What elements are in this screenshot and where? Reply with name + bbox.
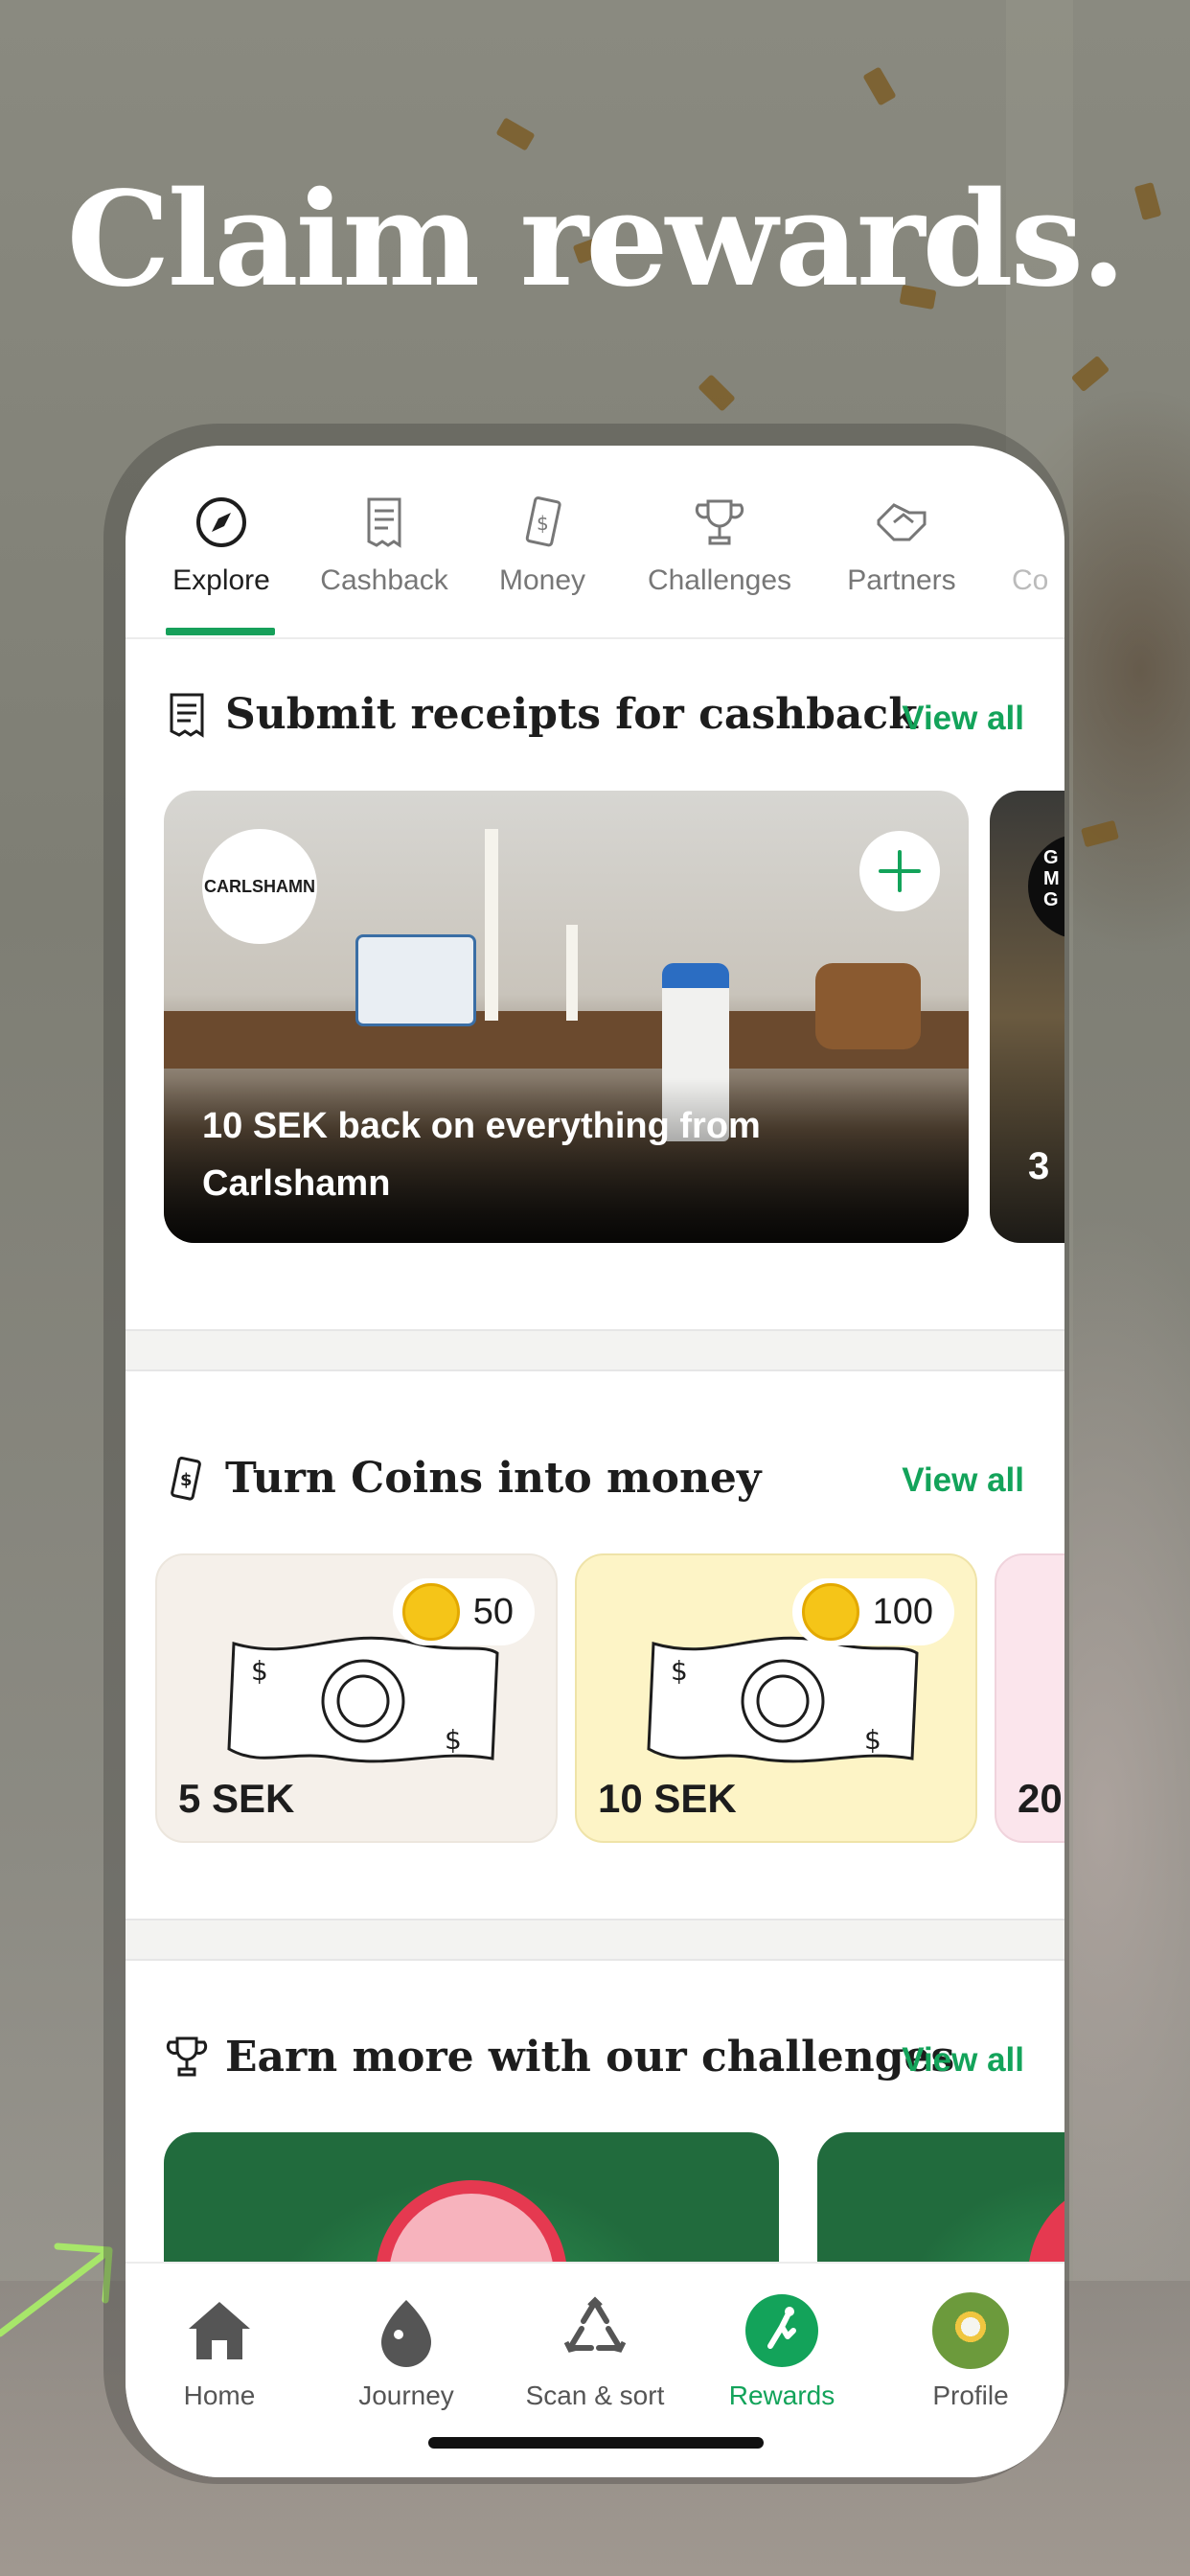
brand-logo: CARLSHAMN: [202, 829, 317, 944]
money-section-title: $ Turn Coins into money: [166, 1454, 762, 1503]
tab-label: Co: [1012, 564, 1049, 596]
nav-journey[interactable]: Journey: [325, 2292, 488, 2411]
section-title-text: Turn Coins into money: [225, 1454, 762, 1503]
add-button[interactable]: [859, 831, 940, 911]
nav-home[interactable]: Home: [138, 2292, 301, 2411]
tab-label: Explore: [172, 564, 270, 596]
section-title-text: Submit receipts for cashback: [225, 690, 918, 739]
money-card-5-sek[interactable]: $ $ 50 5 SEK: [155, 1553, 558, 1843]
headline: Claim rewards.: [66, 163, 1127, 316]
challenges-section-title: Earn more with our challenges: [166, 2033, 954, 2082]
money-card-10-sek[interactable]: $ $ 100 10 SEK: [575, 1553, 977, 1843]
bread: [815, 963, 921, 1049]
tab-label: Cashback: [320, 564, 448, 596]
money-view-all-link[interactable]: View all: [902, 1461, 1024, 1500]
confetti: [1070, 355, 1110, 393]
trophy-icon: [166, 2036, 208, 2076]
tab-cashback[interactable]: Cashback: [312, 494, 456, 597]
plus-icon: [879, 850, 921, 892]
section-divider: [126, 1919, 1064, 1961]
banknote-illustration: $ $: [227, 1636, 499, 1763]
svg-text:$: $: [445, 1724, 462, 1756]
section-title-text: Earn more with our challenges: [225, 2033, 955, 2082]
candle: [566, 925, 578, 1021]
product-tub: [355, 934, 476, 1026]
confetti: [862, 66, 897, 106]
partial-icon: [1012, 494, 1064, 551]
handshake-icon: [877, 503, 927, 541]
receipt-icon: [367, 497, 401, 548]
cashback-section-title: Submit receipts for cashback: [166, 690, 918, 739]
rewards-icon: [745, 2294, 818, 2367]
recycle-icon: [563, 2296, 627, 2353]
tab-money[interactable]: $ Money: [490, 494, 595, 597]
tab-challenges[interactable]: Challenges: [633, 494, 806, 597]
tab-label: Challenges: [647, 564, 792, 596]
compass-icon: [196, 497, 246, 547]
journey-icon: [381, 2300, 431, 2367]
cashback-card-carlshamn[interactable]: CARLSHAMN 10 SEK back on everything from…: [164, 791, 969, 1243]
category-tabs: Explore Cashback $ Money Challenges Part…: [126, 446, 1064, 639]
banknote-icon: $: [171, 1456, 201, 1501]
nav-label: Home: [183, 2380, 256, 2410]
cashback-card-text: 3: [1028, 1145, 1050, 1187]
cashback-view-all-link[interactable]: View all: [902, 700, 1024, 738]
nav-label: Rewards: [728, 2380, 835, 2410]
banknote-icon: $: [525, 496, 561, 547]
nav-label: Profile: [932, 2380, 1009, 2410]
confetti: [495, 117, 536, 151]
money-amount: 5 SEK: [178, 1776, 295, 1821]
tab-label: Partners: [847, 564, 956, 596]
trophy-icon: [695, 499, 744, 545]
svg-text:$: $: [671, 1655, 688, 1687]
home-icon: [189, 2302, 250, 2359]
coin-icon: [401, 1583, 460, 1641]
tab-partners[interactable]: Partners: [835, 494, 969, 597]
svg-text:$: $: [537, 512, 549, 535]
coin-cost: 100: [872, 1591, 933, 1632]
confetti: [1081, 819, 1119, 848]
section-divider: [126, 1329, 1064, 1371]
brand-logo: G M G: [1028, 834, 1064, 939]
avatar: [932, 2292, 1009, 2369]
coin-cost-badge: 100: [791, 1578, 954, 1645]
nav-scan-sort[interactable]: Scan & sort: [514, 2292, 676, 2411]
phone-screen: Explore Cashback $ Money Challenges Part…: [126, 446, 1064, 2477]
svg-text:$: $: [251, 1655, 268, 1687]
coin-cost: 50: [472, 1591, 514, 1632]
coin-cost-badge: 50: [392, 1578, 535, 1645]
nav-label: Journey: [358, 2380, 454, 2410]
tab-partial[interactable]: Co: [1012, 494, 1064, 597]
money-card-20[interactable]: 20: [995, 1553, 1064, 1843]
receipt-icon: [170, 693, 204, 738]
tab-label: Money: [498, 564, 586, 596]
svg-text:$: $: [864, 1724, 881, 1756]
cashback-card-2[interactable]: G M G 3: [990, 791, 1064, 1243]
nav-profile[interactable]: Profile: [889, 2292, 1052, 2411]
tab-active-indicator: [166, 628, 275, 635]
cashback-card-text: 10 SEK back on everything from Carlshamn: [202, 1106, 761, 1204]
svg-text:$: $: [180, 1470, 193, 1490]
nav-rewards[interactable]: Rewards: [700, 2292, 863, 2411]
challenges-view-all-link[interactable]: View all: [902, 2041, 1024, 2080]
tab-explore[interactable]: Explore: [164, 494, 279, 597]
confetti: [698, 374, 736, 412]
coin-icon: [801, 1583, 859, 1641]
money-amount: 20: [1018, 1776, 1063, 1821]
banknote-illustration: $ $: [647, 1636, 919, 1763]
nav-label: Scan & sort: [525, 2380, 665, 2410]
money-amount: 10 SEK: [598, 1776, 737, 1821]
home-indicator: [428, 2437, 764, 2449]
candle: [485, 829, 498, 1021]
